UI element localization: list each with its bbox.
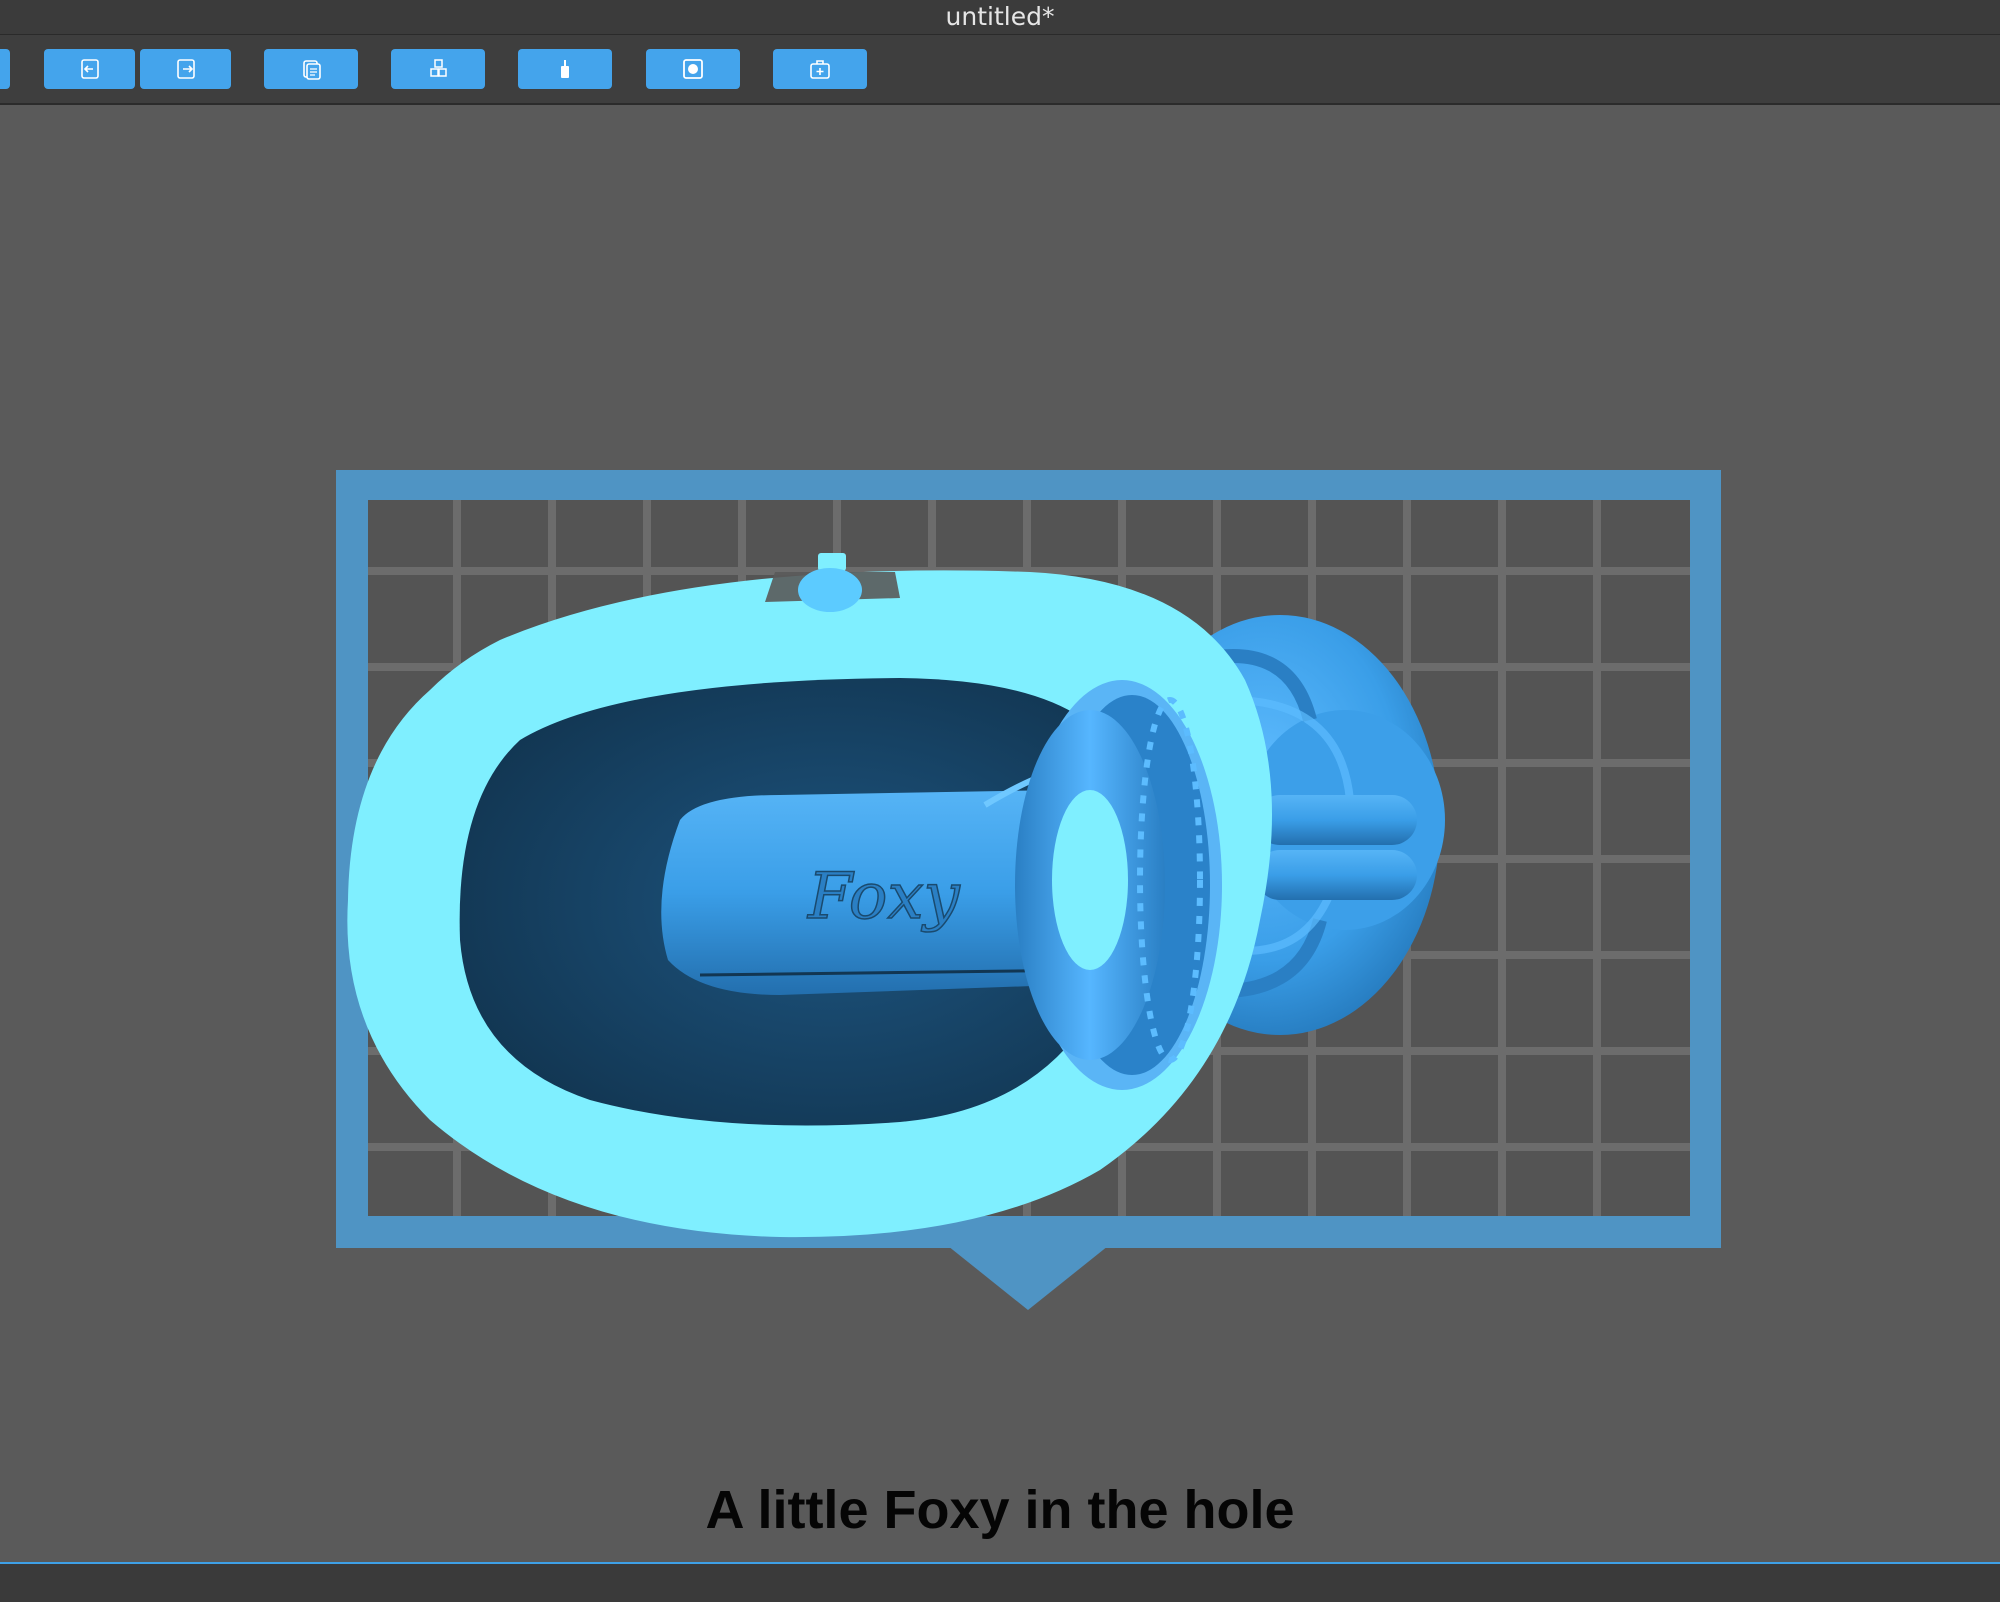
support-button[interactable] [518, 49, 612, 89]
import-button[interactable] [44, 49, 135, 89]
add-button[interactable] [773, 49, 867, 89]
window-title: untitled* [945, 2, 1055, 31]
status-bar [0, 1562, 2000, 1602]
add-object-icon [810, 60, 830, 79]
export-icon [176, 59, 195, 79]
build-scene[interactable]: Foxy [0, 105, 2000, 1560]
model-knob [798, 568, 862, 612]
toolbar [0, 35, 2000, 105]
model-loop-lower [1255, 850, 1417, 900]
export-button[interactable] [140, 49, 231, 89]
model-engraving: Foxy [807, 860, 961, 934]
title-bar: untitled* [0, 0, 2000, 35]
copy-icon [303, 60, 321, 80]
import-icon [80, 59, 99, 79]
caption-text: A little Foxy in the hole [705, 1480, 1295, 1540]
cubes-icon [430, 59, 447, 77]
support-icon [561, 60, 569, 78]
3d-viewport[interactable]: Foxy A little Foxy in the hole [0, 105, 2000, 1560]
plate-pointer [948, 1246, 1108, 1310]
hollow-icon [683, 59, 703, 79]
model-loop-upper [1255, 795, 1417, 845]
copy-button[interactable] [264, 49, 358, 89]
arrange-button[interactable] [391, 49, 485, 89]
hollow-button[interactable] [646, 49, 740, 89]
open-button[interactable] [0, 49, 10, 89]
